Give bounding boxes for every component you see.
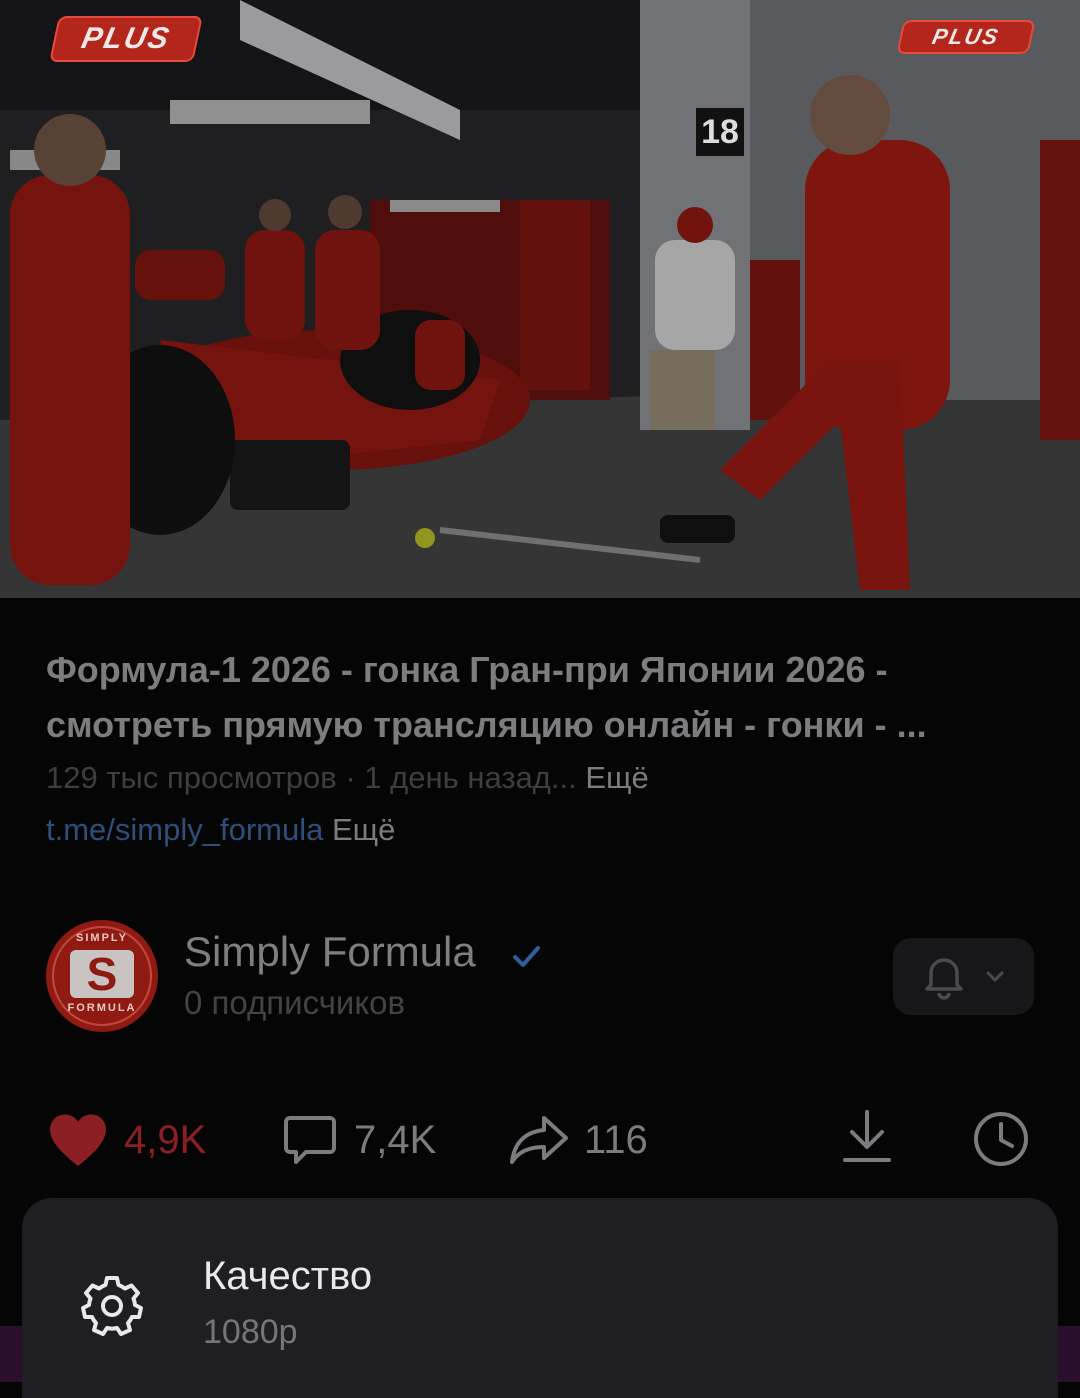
quality-label[interactable]: Качество — [203, 1254, 372, 1299]
download-icon[interactable] — [842, 1108, 892, 1164]
chevron-down-icon — [986, 971, 1004, 982]
garage-number: 18 — [696, 108, 744, 156]
bell-icon — [925, 958, 963, 1000]
like-button[interactable]: 4,9K — [48, 1108, 206, 1172]
heart-icon — [50, 1114, 106, 1166]
like-count: 4,9K — [124, 1117, 207, 1162]
avatar-logo-bottom: FORMULA — [67, 1002, 137, 1014]
comment-count: 7,4K — [354, 1117, 437, 1162]
comment-icon — [284, 1116, 336, 1164]
telegram-link[interactable]: t.me/simply_formula — [46, 812, 323, 847]
channel-avatar[interactable]: SIMPLY S FORMULA — [46, 920, 158, 1032]
description-link-row: t.me/simply_formula Ещё — [46, 812, 395, 848]
share-button[interactable]: 116 — [510, 1108, 648, 1172]
video-dim-overlay — [0, 0, 1080, 598]
check-icon — [513, 946, 540, 967]
video-title-line2: смотреть прямую трансляцию онлайн - гонк… — [46, 704, 927, 745]
channel-name[interactable]: Simply Formula — [184, 928, 476, 976]
plus-badge: PLUS — [49, 16, 203, 62]
settings-sheet — [22, 1198, 1058, 1398]
meta-more-link[interactable]: Ещё — [585, 760, 648, 795]
share-icon — [510, 1116, 568, 1164]
views-and-date: 129 тыс просмотров · 1 день назад... — [46, 760, 577, 795]
share-count: 116 — [584, 1117, 648, 1162]
quality-value: 1080p — [203, 1313, 298, 1351]
gear-icon[interactable] — [80, 1274, 144, 1338]
video-player[interactable]: PLUS PLUS 18 — [0, 0, 1080, 598]
comment-button[interactable]: 7,4K — [282, 1108, 436, 1172]
video-meta[interactable]: 129 тыс просмотров · 1 день назад... Ещё — [46, 760, 649, 796]
avatar-logo-letter: S — [70, 950, 134, 998]
plus-badge-right: PLUS — [896, 20, 1036, 54]
video-title-line1: Формула-1 2026 - гонка Гран-при Японии 2… — [46, 649, 888, 690]
video-title[interactable]: Формула-1 2026 - гонка Гран-при Японии 2… — [46, 642, 1046, 752]
notification-button[interactable] — [893, 938, 1034, 1015]
clock-icon[interactable] — [972, 1110, 1030, 1168]
subscriber-count: 0 подписчиков — [184, 984, 406, 1021]
description-more-link[interactable]: Ещё — [332, 812, 395, 847]
avatar-logo-top: SIMPLY — [76, 932, 128, 944]
